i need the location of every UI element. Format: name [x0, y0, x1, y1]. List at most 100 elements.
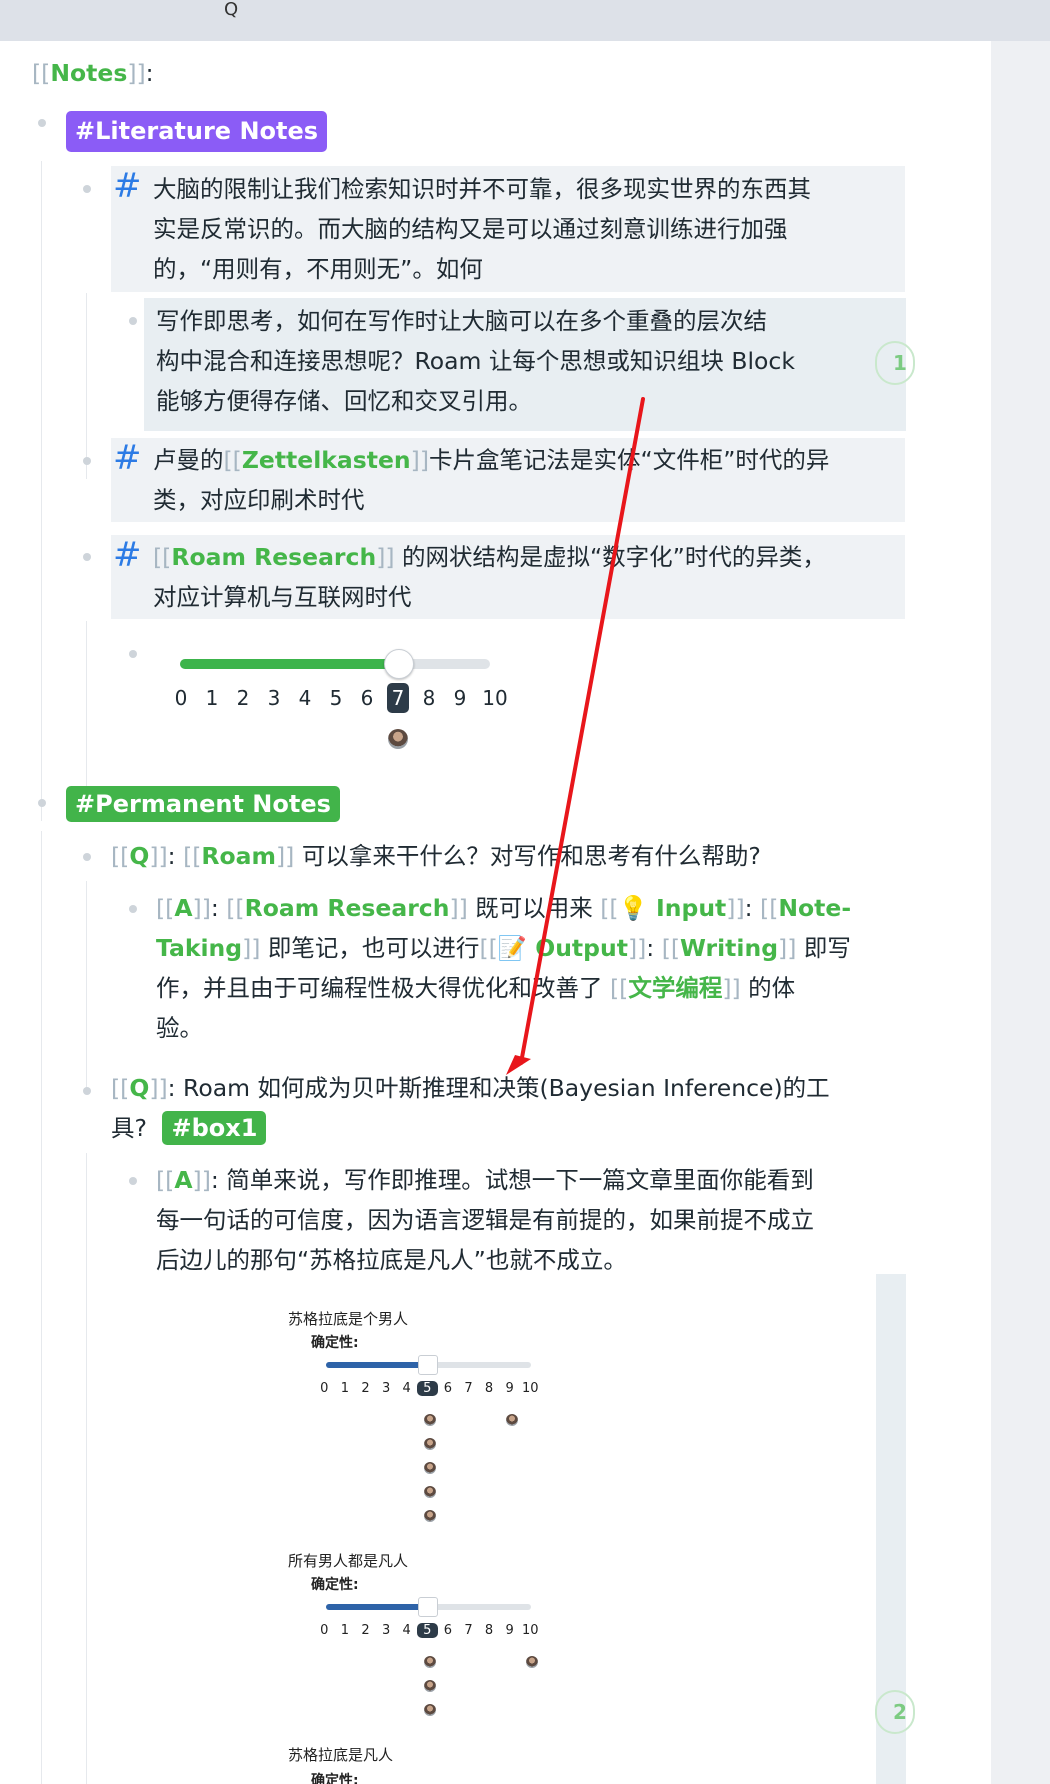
page-title[interactable]: [[Notes]]:	[32, 53, 154, 93]
scale-number[interactable]: 3	[376, 1381, 397, 1396]
certainty-scale: 0 1 2 3 4 5 6 7 8 9 10	[314, 1381, 541, 1396]
scale-number[interactable]: 2	[355, 1381, 376, 1396]
question-block-1[interactable]: [[Q]]: [[Roam]] 可以拿来干什么？对写作和思考有什么帮助?	[111, 836, 911, 876]
bracket-open: [[	[479, 934, 498, 962]
scale-number[interactable]: 7	[458, 1381, 479, 1396]
q-link[interactable]: Q	[129, 1074, 149, 1102]
scale-number[interactable]: 10	[480, 683, 510, 713]
bracket-close: ]]	[627, 934, 647, 962]
notes-link[interactable]: Notes	[50, 59, 127, 87]
scale-number[interactable]: 1	[335, 1623, 356, 1638]
literature-child-block[interactable]: 写作即思考，如何在写作时让大脑可以在多个重叠的层次结 构中混合和连接思想呢？Ro…	[156, 301, 896, 421]
scale-number[interactable]: 5	[416, 1623, 438, 1638]
text-line: 的，“用则有，不用则无”。如何	[153, 255, 483, 283]
indent-guide	[86, 293, 87, 479]
bracket-open: [[	[223, 446, 242, 474]
input-link[interactable]: 💡 Input	[619, 894, 727, 922]
scale-number[interactable]: 4	[294, 683, 316, 713]
bracket-open: [[	[661, 934, 681, 962]
a-link[interactable]: A	[174, 1166, 192, 1194]
box1-tag[interactable]: #box1	[162, 1111, 267, 1145]
text-line: 写作即思考，如何在写作时让大脑可以在多个重叠的层次结	[156, 307, 767, 335]
embedded-screenshot[interactable]: 苏格拉底是个男人 确定性: 0 1 2 3 4 5 6 7 8 9 10 所有男人都是凡人 确定性:…	[146, 1274, 876, 1784]
slider-handle[interactable]	[418, 1597, 439, 1617]
scale-number[interactable]: 6	[438, 1381, 459, 1396]
literate-programming-link[interactable]: 文学编程	[628, 974, 722, 1002]
literature-block-1[interactable]: 大脑的限制让我们检索知识时并不可靠，很多现实世界的东西其 实是反常识的。而大脑的…	[153, 169, 913, 289]
bullet[interactable]	[83, 185, 91, 193]
scale-number[interactable]: 7	[458, 1623, 479, 1638]
statement-2-title: 所有男人都是凡人	[288, 1552, 409, 1570]
bullet[interactable]	[129, 1177, 137, 1185]
a-link[interactable]: A	[174, 894, 192, 922]
scale-number[interactable]: 9	[499, 1623, 520, 1638]
bullet[interactable]	[83, 1087, 91, 1095]
scale-number[interactable]: 10	[520, 1623, 541, 1638]
scale-number[interactable]: 0	[170, 683, 192, 713]
reference-count-badge[interactable]: 1	[875, 341, 915, 385]
literature-block-2[interactable]: 卢曼的[[Zettelkasten]]卡片盒笔记法是实体“文件柜”时代的异 类，…	[153, 440, 913, 520]
scale-number[interactable]: 1	[335, 1381, 356, 1396]
top-bar-q-label: Q	[224, 0, 239, 20]
certainty-slider-track[interactable]	[180, 659, 490, 669]
voter-avatar	[424, 1656, 436, 1668]
user-avatar[interactable]	[388, 729, 408, 749]
bracket-close: ]]	[449, 894, 468, 922]
note-taking-link[interactable]: Taking	[156, 934, 242, 962]
scale-number[interactable]: 6	[356, 683, 378, 713]
question-block-2[interactable]: [[Q]]: Roam 如何成为贝叶斯推理和决策(Bayesian Infere…	[111, 1068, 911, 1148]
scale-number[interactable]: 9	[449, 683, 471, 713]
text-line: 构中混合和连接思想呢？Roam 让每个思想或知识组块 Block	[156, 347, 795, 375]
note-taking-link[interactable]: Note-	[778, 894, 851, 922]
slider-fill	[326, 1362, 428, 1368]
literature-notes-tag[interactable]: #Literature Notes	[66, 111, 328, 152]
scale-number[interactable]: 4	[396, 1381, 417, 1396]
scale-number[interactable]: 6	[438, 1623, 459, 1638]
bracket-close: ]]	[149, 842, 168, 870]
scale-number[interactable]: 3	[263, 683, 285, 713]
literature-block-3[interactable]: [[Roam Research]] 的网状结构是虚拟“数字化”时代的异类， 对应…	[153, 537, 913, 617]
scale-number[interactable]: 7	[387, 683, 409, 713]
scale-number[interactable]: 8	[479, 1623, 500, 1638]
bullet[interactable]	[129, 905, 137, 913]
certainty-slider-handle[interactable]	[384, 649, 414, 679]
scale-number[interactable]: 5	[416, 1381, 438, 1396]
scale-number[interactable]: 1	[201, 683, 223, 713]
answer-block-2[interactable]: [[A]]: 简单来说，写作即推理。试想一下一篇文章里面你能看到 每一句话的可信…	[156, 1160, 916, 1280]
reference-count-badge[interactable]: 2	[875, 1690, 915, 1734]
scale-number[interactable]: 0	[314, 1381, 335, 1396]
scale-number[interactable]: 10	[520, 1381, 541, 1396]
permanent-notes-tag[interactable]: #Permanent Notes	[66, 786, 340, 822]
scale-number[interactable]: 4	[396, 1623, 417, 1638]
scale-number[interactable]: 3	[376, 1623, 397, 1638]
scale-number[interactable]: 0	[314, 1623, 335, 1638]
slider-fill	[326, 1604, 428, 1610]
scale-number[interactable]: 5	[325, 683, 347, 713]
roam-link[interactable]: Roam	[201, 842, 276, 870]
scale-number[interactable]: 9	[499, 1381, 520, 1396]
bullet[interactable]	[38, 119, 46, 127]
bracket-close: ]]	[192, 1166, 211, 1194]
bullet[interactable]	[83, 553, 91, 561]
answer-block-1[interactable]: [[A]]: [[Roam Research]] 既可以用来 [[💡 Input…	[156, 888, 916, 1048]
scale-number[interactable]: 2	[355, 1623, 376, 1638]
scale-number[interactable]: 8	[479, 1381, 500, 1396]
bullet[interactable]	[129, 650, 137, 658]
zettelkasten-link[interactable]: Zettelkasten	[242, 446, 411, 474]
bullet[interactable]	[83, 457, 91, 465]
roam-research-link[interactable]: Roam Research	[245, 894, 450, 922]
scale-number[interactable]: 8	[418, 683, 440, 713]
roam-research-link[interactable]: Roam Research	[171, 543, 376, 571]
bullet[interactable]	[129, 317, 137, 325]
writing-link[interactable]: Writing	[680, 934, 778, 962]
voter-avatar	[424, 1510, 436, 1522]
slider-handle[interactable]	[418, 1355, 439, 1375]
q-link[interactable]: Q	[129, 842, 149, 870]
text: 作，并且由于可编程性极大得优化和改善了	[156, 974, 610, 1002]
output-link[interactable]: 📝 Output	[498, 934, 628, 962]
bullet[interactable]	[83, 853, 91, 861]
right-sidebar	[991, 41, 1050, 1784]
bracket-close: ]]	[722, 974, 741, 1002]
bullet[interactable]	[38, 799, 46, 807]
scale-number[interactable]: 2	[232, 683, 254, 713]
